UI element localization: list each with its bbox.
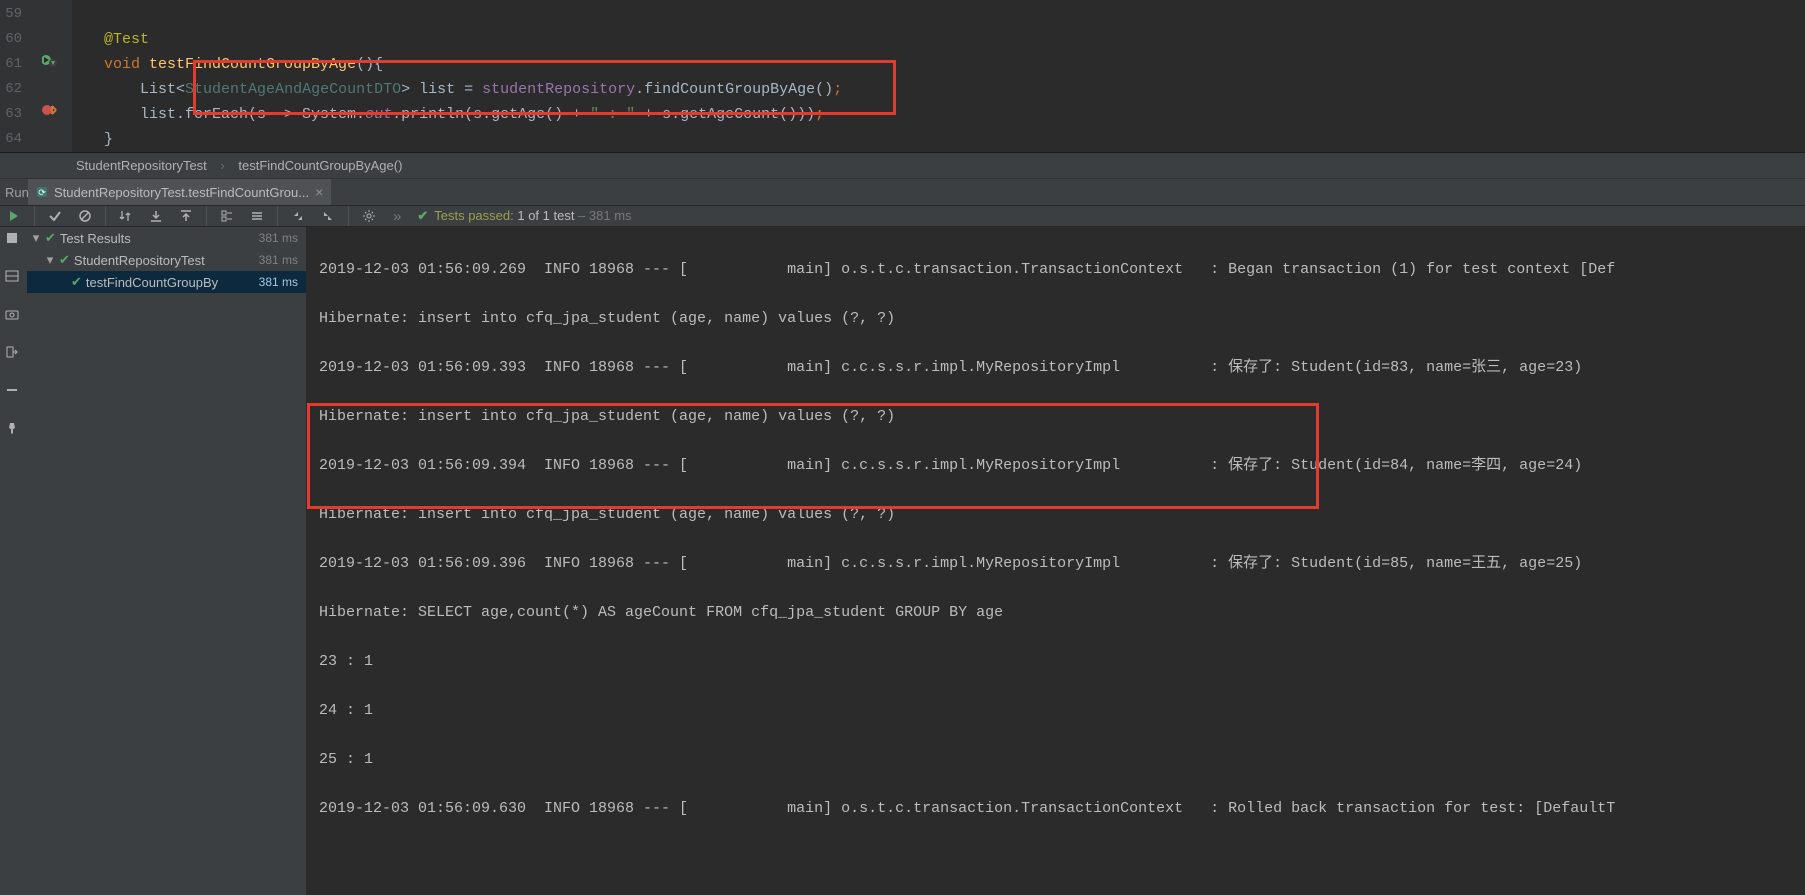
- run-label: Run:: [0, 179, 28, 205]
- run-config-icon: ⟳: [36, 186, 48, 198]
- status-count: 1 of 1 test: [514, 208, 575, 223]
- layout-icon[interactable]: [5, 269, 23, 287]
- breadcrumb[interactable]: StudentRepositoryTest › testFindCountGro…: [0, 153, 1805, 179]
- sort-icon[interactable]: [116, 206, 136, 226]
- expand-all-icon[interactable]: [217, 206, 237, 226]
- test-tree[interactable]: ▾✔Test Results 381 ms ▾✔StudentRepositor…: [27, 227, 307, 895]
- tree-root-label: Test Results: [60, 231, 131, 246]
- method-name: testFindCountGroupByAge: [149, 56, 356, 73]
- show-passed-icon[interactable]: [45, 206, 65, 226]
- console-line: 2019-12-03 01:56:09.396 INFO 18968 --- […: [319, 552, 1805, 577]
- line-number: 62: [0, 77, 22, 102]
- type-param: StudentAgeAndAgeCountDTO: [185, 81, 401, 98]
- run-test-icon[interactable]: [28, 52, 72, 77]
- field-ref: studentRepository: [482, 81, 635, 98]
- console-line: 23 : 1: [319, 650, 1805, 675]
- punct: ;: [833, 81, 842, 98]
- run-tab[interactable]: ⟳ StudentRepositoryTest.testFindCountGro…: [28, 179, 331, 205]
- tree-test-selected[interactable]: ✔ testFindCountGroupBy 381 ms: [27, 271, 306, 293]
- code-text: list.forEach(s -> System.: [140, 106, 365, 123]
- check-icon: ✔: [417, 208, 428, 223]
- close-brace: }: [104, 131, 113, 148]
- breadcrumb-class[interactable]: StudentRepositoryTest: [76, 158, 207, 173]
- stop-icon[interactable]: [5, 231, 23, 249]
- code-editor[interactable]: 59 60 61 62 63 64 @Test void testFindCou…: [0, 0, 1805, 153]
- show-ignored-icon[interactable]: [75, 206, 95, 226]
- line-number: 61: [0, 52, 22, 77]
- check-icon: ✔: [59, 252, 70, 268]
- settings-icon[interactable]: [359, 206, 379, 226]
- run-tab-title: StudentRepositoryTest.testFindCountGrou.…: [54, 185, 309, 200]
- line-number: 59: [0, 2, 22, 27]
- tests-status: ✔ Tests passed: 1 of 1 test – 381 ms: [417, 208, 631, 224]
- dash-icon[interactable]: [5, 383, 23, 401]
- export-icon[interactable]: [176, 206, 196, 226]
- method-call: .findCountGroupByAge(): [635, 81, 833, 98]
- console-line: 24 : 1: [319, 699, 1805, 724]
- rerun-icon[interactable]: [4, 206, 24, 226]
- string-literal: " : ": [590, 106, 635, 123]
- breakpoint-icon[interactable]: [28, 102, 72, 127]
- punct: (){: [356, 56, 383, 73]
- console-line: Hibernate: SELECT age,count(*) AS ageCou…: [319, 601, 1805, 626]
- camera-icon[interactable]: [5, 307, 23, 325]
- more-arrow[interactable]: »: [393, 208, 401, 225]
- console-output[interactable]: 2019-12-03 01:56:09.269 INFO 18968 --- […: [307, 227, 1805, 895]
- annotation: @Test: [104, 31, 149, 48]
- console-line: 2019-12-03 01:56:09.269 INFO 18968 --- […: [319, 258, 1805, 283]
- keyword-void: void: [104, 56, 140, 73]
- run-toolbar: » ✔ Tests passed: 1 of 1 test – 381 ms: [0, 206, 1805, 227]
- punct: <: [176, 81, 185, 98]
- side-toolbar: [0, 227, 27, 895]
- console-line: 2019-12-03 01:56:09.393 INFO 18968 --- […: [319, 356, 1805, 381]
- console-line: Hibernate: insert into cfq_jpa_student (…: [319, 307, 1805, 332]
- prev-icon[interactable]: [288, 206, 308, 226]
- console-line: 2019-12-03 01:56:09.394 INFO 18968 --- […: [319, 454, 1805, 479]
- status-time: – 381 ms: [574, 208, 631, 223]
- next-icon[interactable]: [318, 206, 338, 226]
- run-tabbar: Run: ⟳ StudentRepositoryTest.testFindCou…: [0, 179, 1805, 206]
- code-text: + s.getAgeCount())): [635, 106, 815, 123]
- console-line: Hibernate: insert into cfq_jpa_student (…: [319, 405, 1805, 430]
- line-number-gutter: 59 60 61 62 63 64: [0, 0, 28, 152]
- tree-time: 381 ms: [259, 275, 298, 289]
- punct: ;: [815, 106, 824, 123]
- punct: >: [401, 81, 410, 98]
- line-number: 64: [0, 127, 22, 152]
- gutter-icons: [28, 0, 72, 152]
- field-out: out: [365, 106, 392, 123]
- check-icon: ✔: [71, 274, 82, 290]
- console-line: Hibernate: insert into cfq_jpa_student (…: [319, 503, 1805, 528]
- breadcrumb-sep: ›: [220, 158, 224, 173]
- line-number: 60: [0, 27, 22, 52]
- tree-root[interactable]: ▾✔Test Results 381 ms: [27, 227, 306, 249]
- collapse-all-icon[interactable]: [247, 206, 267, 226]
- exit-icon[interactable]: [5, 345, 23, 363]
- breadcrumb-method[interactable]: testFindCountGroupByAge(): [238, 158, 402, 173]
- status-passed: Tests passed:: [434, 208, 514, 223]
- code-text: .println(s.getAge() +: [392, 106, 590, 123]
- tree-time: 381 ms: [259, 253, 298, 267]
- line-number: 63: [0, 102, 22, 127]
- code-area[interactable]: @Test void testFindCountGroupByAge(){ Li…: [72, 0, 1805, 152]
- import-icon[interactable]: [146, 206, 166, 226]
- check-icon: ✔: [45, 230, 56, 246]
- type-list: List: [140, 81, 176, 98]
- svg-text:⟳: ⟳: [38, 188, 46, 198]
- tree-class[interactable]: ▾✔StudentRepositoryTest 381 ms: [27, 249, 306, 271]
- code-text: list =: [410, 81, 482, 98]
- tree-time: 381 ms: [259, 231, 298, 245]
- console-line: 25 : 1: [319, 748, 1805, 773]
- tree-class-label: StudentRepositoryTest: [74, 253, 205, 268]
- pin-icon[interactable]: [5, 421, 23, 439]
- tree-test-label: testFindCountGroupBy: [86, 275, 218, 290]
- close-icon[interactable]: ×: [315, 184, 323, 200]
- run-body: ▾✔Test Results 381 ms ▾✔StudentRepositor…: [0, 227, 1805, 895]
- console-line: 2019-12-03 01:56:09.630 INFO 18968 --- […: [319, 797, 1805, 822]
